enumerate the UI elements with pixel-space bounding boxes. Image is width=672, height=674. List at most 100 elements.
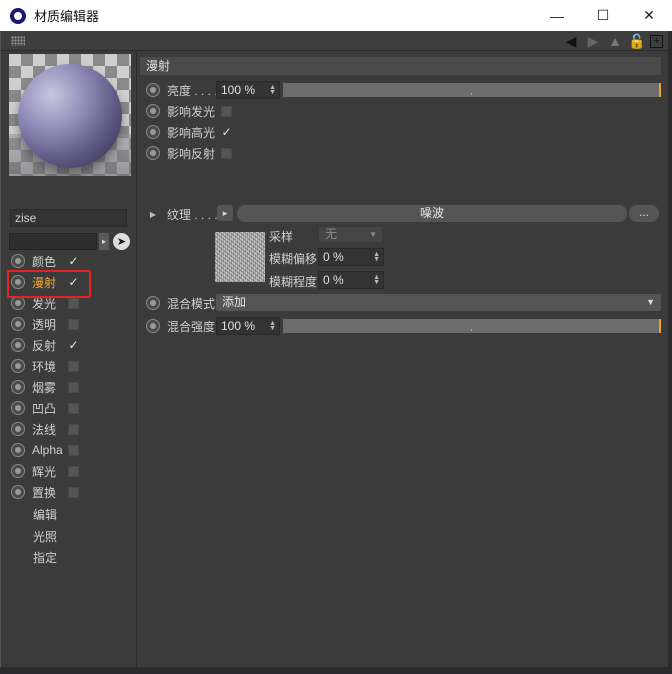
channel-transparency[interactable]: 透明 <box>11 315 121 333</box>
checkbox[interactable] <box>68 444 79 456</box>
radio-icon[interactable] <box>11 380 25 394</box>
radio-icon[interactable] <box>11 254 25 268</box>
affect-reflection-row: 影响反射 <box>146 144 233 162</box>
channel-glow[interactable]: 辉光 <box>11 462 121 480</box>
checkbox[interactable] <box>68 297 79 309</box>
channel-label: 透明 <box>32 317 57 332</box>
pick-cursor-icon[interactable]: ➤ <box>113 233 130 250</box>
forward-arrow-icon[interactable]: ▶ <box>584 32 602 50</box>
sampling-label: 采样 <box>269 230 294 244</box>
material-name-field[interactable]: zise <box>10 209 127 227</box>
affect-luminance-row: 影响发光 <box>146 102 233 120</box>
mix-strength-slider[interactable] <box>283 319 661 333</box>
radio-icon[interactable] <box>11 443 25 457</box>
radio-icon[interactable] <box>11 296 25 310</box>
sampling-dropdown[interactable]: 无 ▼ <box>318 226 383 243</box>
preview-sphere <box>18 64 122 168</box>
channel-displacement[interactable]: 置换 <box>11 483 121 501</box>
checkbox[interactable] <box>68 402 79 414</box>
affect-luminance-checkbox[interactable] <box>221 105 233 117</box>
illumination-item[interactable]: 光照 <box>33 528 57 545</box>
channel-label: Alpha <box>32 443 63 457</box>
channel-label: 法线 <box>32 422 57 437</box>
toolbar: ◀ ▶ ▲ 🔓 + <box>1 31 669 51</box>
radio-icon[interactable] <box>11 338 25 352</box>
affect-reflection-checkbox[interactable] <box>221 147 233 159</box>
radio-icon[interactable] <box>146 125 160 139</box>
radio-icon[interactable] <box>146 296 160 310</box>
brightness-value: 100 % <box>221 83 256 97</box>
window-bottom-edge <box>0 667 672 674</box>
brightness-field[interactable]: 100 % ▲ ▼ <box>216 81 280 99</box>
channel-label: 辉光 <box>32 464 57 479</box>
channel-label: 环境 <box>32 359 57 374</box>
blur-scale-field[interactable]: 0 % ▲ ▼ <box>318 271 384 289</box>
checkbox[interactable] <box>68 381 79 393</box>
layer-arrow-button[interactable]: ▸ <box>99 233 109 250</box>
mix-mode-dropdown[interactable]: 添加 ▼ <box>216 294 661 311</box>
texture-menu-button[interactable]: ▸ <box>217 205 233 221</box>
checkbox[interactable] <box>68 486 79 498</box>
back-arrow-icon[interactable]: ◀ <box>562 32 580 50</box>
radio-icon[interactable] <box>146 319 160 333</box>
channel-label: 置换 <box>32 485 57 500</box>
channel-bump[interactable]: 凹凸 <box>11 399 121 417</box>
checkbox[interactable]: ✓ <box>68 254 79 268</box>
checkbox[interactable] <box>68 465 79 477</box>
minimize-button[interactable]: — <box>534 0 580 31</box>
texture-shader-button[interactable]: 噪波 <box>237 205 627 222</box>
checkbox[interactable] <box>68 360 79 372</box>
channel-normal[interactable]: 法线 <box>11 420 121 438</box>
radio-icon[interactable] <box>11 422 25 436</box>
layer-field[interactable] <box>9 233 97 250</box>
mix-strength-field[interactable]: 100 % ▲ ▼ <box>216 317 280 335</box>
chevron-down-icon: ▼ <box>369 230 377 239</box>
radio-icon[interactable] <box>146 83 160 97</box>
cinema4d-logo-icon <box>10 7 26 24</box>
channel-color[interactable]: 颜色 ✓ <box>11 252 121 270</box>
assignment-item[interactable]: 指定 <box>33 549 57 566</box>
radio-icon[interactable] <box>11 317 25 331</box>
editor-item[interactable]: 编辑 <box>33 506 57 523</box>
lock-icon[interactable]: 🔓 <box>628 32 646 50</box>
channel-label: 颜色 <box>32 254 57 269</box>
mix-strength-label: 混合强度 <box>167 319 216 334</box>
spin-arrows-icon[interactable]: ▲ ▼ <box>269 84 276 96</box>
mix-mode-value: 添加 <box>222 295 247 309</box>
affect-specular-checkbox[interactable]: ✓ <box>221 125 232 139</box>
noise-texture-thumbnail[interactable] <box>215 232 265 282</box>
channel-alpha[interactable]: Alpha <box>11 441 121 459</box>
radio-icon[interactable] <box>11 464 25 478</box>
blur-offset-field[interactable]: 0 % ▲ ▼ <box>318 248 384 266</box>
spin-arrows-icon[interactable]: ▲ ▼ <box>373 274 380 286</box>
chevron-down-icon: ▼ <box>646 297 655 307</box>
material-preview[interactable] <box>9 54 131 176</box>
new-window-icon[interactable]: + <box>650 34 663 48</box>
expand-arrow-icon[interactable]: ▶ <box>146 210 160 219</box>
blur-scale-value: 0 % <box>323 273 344 287</box>
radio-icon[interactable] <box>146 104 160 118</box>
checkbox[interactable] <box>68 423 79 435</box>
mix-strength-row: 混合强度 <box>146 317 215 335</box>
maximize-button[interactable]: ☐ <box>580 0 626 31</box>
radio-icon[interactable] <box>11 359 25 373</box>
radio-icon[interactable] <box>11 401 25 415</box>
channel-reflectance[interactable]: 反射 ✓ <box>11 336 121 354</box>
spin-arrows-icon[interactable]: ▲ ▼ <box>269 320 276 332</box>
radio-icon[interactable] <box>11 485 25 499</box>
checkbox[interactable]: ✓ <box>68 338 79 352</box>
brightness-slider[interactable] <box>283 83 661 97</box>
channel-fog[interactable]: 烟雾 <box>11 378 121 396</box>
close-button[interactable]: ✕ <box>626 0 672 31</box>
grip-handle-icon[interactable] <box>11 36 25 46</box>
channel-label: 凹凸 <box>32 401 57 416</box>
texture-more-button[interactable]: ... <box>629 205 659 222</box>
channel-environment[interactable]: 环境 <box>11 357 121 375</box>
checkbox[interactable] <box>68 318 79 330</box>
affect-specular-label: 影响高光 <box>167 125 216 140</box>
window-title: 材质编辑器 <box>34 9 100 24</box>
mix-mode-row: 混合模式 <box>146 294 215 312</box>
up-arrow-icon[interactable]: ▲ <box>606 32 624 50</box>
spin-arrows-icon[interactable]: ▲ ▼ <box>373 251 380 263</box>
radio-icon[interactable] <box>146 146 160 160</box>
